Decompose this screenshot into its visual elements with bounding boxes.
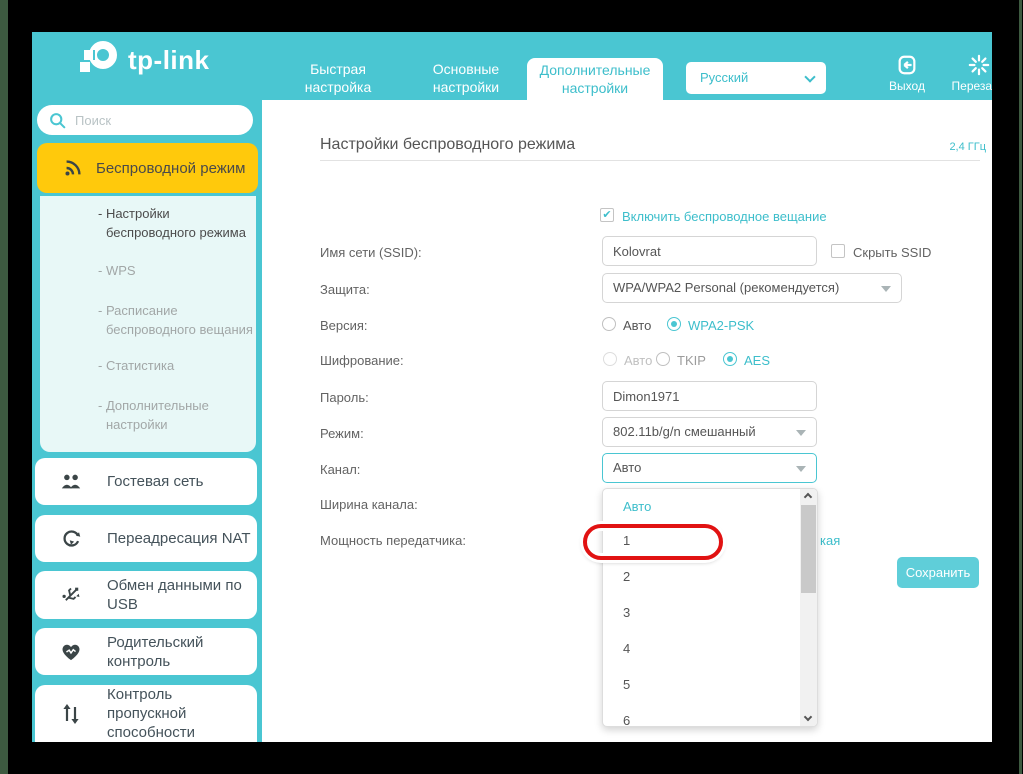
wireless-submenu: - Настройки беспроводного режима - WPS -… (40, 196, 256, 452)
channel-option-3[interactable]: 3 (623, 605, 630, 623)
channel-value: Авто (613, 460, 641, 475)
main-content: Настройки беспроводного режима 2,4 ГГц ✔… (262, 100, 992, 742)
transmit-power-label: Мощность передатчика: (320, 533, 585, 548)
sidebar: Беспроводной режим - Настройки беспровод… (32, 100, 262, 742)
save-button[interactable]: Сохранить (897, 557, 979, 588)
top-bar: tp-link Быстрая настройка Основные настр… (32, 32, 992, 100)
channel-option-6[interactable]: 6 (623, 713, 630, 727)
encryption-auto-label[interactable]: Авто (624, 353, 652, 368)
mode-label: Режим: (320, 426, 585, 441)
channel-option-1[interactable]: 1 (623, 533, 630, 551)
bandwidth-control-label: Контроль пропускной способности (107, 685, 257, 742)
version-wpa2psk-radio[interactable] (667, 317, 681, 331)
tp-link-logo: tp-link (78, 40, 210, 80)
tab-basic-settings[interactable]: Основные настройки (407, 60, 525, 96)
tab-advanced-settings[interactable]: Дополнительные настройки (527, 58, 663, 100)
encryption-label: Шифрование: (320, 353, 585, 368)
version-label: Версия: (320, 318, 585, 333)
ssid-input[interactable] (602, 236, 817, 266)
encryption-tkip-radio[interactable] (656, 352, 670, 366)
encryption-auto-radio[interactable] (603, 352, 617, 366)
up-down-arrows-icon (35, 703, 107, 725)
language-value: Русский (700, 70, 748, 85)
password-label: Пароль: (320, 390, 585, 405)
channel-option-auto[interactable]: Авто (623, 499, 651, 517)
enable-wireless-label[interactable]: Включить беспроводное вещание (622, 209, 827, 224)
channel-label: Канал: (320, 462, 585, 477)
router-admin-window: tp-link Быстрая настройка Основные настр… (32, 32, 992, 742)
password-input[interactable] (602, 381, 817, 411)
scroll-up-icon[interactable] (800, 489, 817, 504)
channel-option-2[interactable]: 2 (623, 569, 630, 587)
nat-forwarding-label: Переадресация NAT (107, 529, 257, 548)
page-title: Настройки беспроводного режима (320, 136, 575, 154)
ssid-label: Имя сети (SSID): (320, 245, 585, 260)
tab-quick-setup[interactable]: Быстрая настройка (279, 60, 397, 96)
reboot-label: Перезагр. (952, 79, 992, 93)
search-icon (49, 112, 66, 129)
submenu-schedule[interactable]: - Расписание беспроводного вещания (98, 301, 258, 339)
scroll-down-icon[interactable] (800, 711, 817, 726)
sidebar-item-usb-sharing[interactable]: Обмен данными по USB (35, 571, 257, 619)
search-box[interactable] (37, 105, 253, 135)
logout-icon (896, 54, 918, 76)
dropdown-arrow-icon (796, 430, 806, 436)
version-auto-radio[interactable] (602, 317, 616, 331)
sidebar-item-nat-forwarding[interactable]: Переадресация NAT (35, 515, 257, 562)
band-badge[interactable]: 2,4 ГГц (949, 141, 986, 153)
sidebar-item-bandwidth-control[interactable]: Контроль пропускной способности (35, 685, 257, 742)
security-label: Защита: (320, 282, 585, 297)
scrollbar-thumb[interactable] (801, 505, 816, 593)
screen-edge-right (1019, 0, 1022, 774)
title-divider (320, 160, 980, 161)
sidebar-item-parental-controls[interactable]: Родительский контроль (35, 628, 257, 675)
guest-network-icon (35, 472, 107, 492)
heart-icon (35, 642, 107, 662)
dropdown-arrow-icon (881, 286, 891, 292)
usb-icon (35, 584, 107, 606)
encryption-aes-radio[interactable] (723, 352, 737, 366)
language-select[interactable]: Русский (686, 62, 826, 94)
hide-ssid-label[interactable]: Скрыть SSID (853, 245, 943, 260)
security-select[interactable]: WPA/WPA2 Personal (рекомендуется) (602, 273, 902, 303)
wireless-icon (62, 157, 84, 179)
logout-button[interactable]: Выход (876, 54, 938, 93)
version-wpa2psk-label[interactable]: WPA2-PSK (688, 318, 754, 333)
dropdown-scrollbar[interactable] (800, 489, 817, 726)
channel-option-5[interactable]: 5 (623, 677, 630, 695)
channel-dropdown-list: Авто 1 2 3 4 5 6 (602, 488, 818, 727)
reboot-button[interactable]: Перезагр. (944, 54, 992, 93)
encryption-aes-label[interactable]: AES (744, 353, 770, 368)
chevron-down-icon (804, 71, 815, 82)
sidebar-item-wireless-label: Беспроводной режим (96, 160, 245, 177)
security-value: WPA/WPA2 Personal (рекомендуется) (613, 280, 839, 295)
submenu-wireless-settings[interactable]: - Настройки беспроводного режима (98, 204, 258, 242)
transmit-power-high-label-fragment[interactable]: кая (820, 533, 840, 548)
nat-forwarding-icon (35, 528, 107, 549)
channel-select[interactable]: Авто (602, 453, 817, 483)
sidebar-item-guest-network[interactable]: Гостевая сеть (35, 458, 257, 505)
hide-ssid-checkbox[interactable] (831, 244, 845, 258)
sidebar-item-wireless[interactable]: Беспроводной режим (37, 143, 258, 193)
parental-controls-label: Родительский контроль (107, 633, 257, 671)
search-input[interactable] (75, 108, 243, 132)
channel-width-label: Ширина канала: (320, 497, 585, 512)
submenu-statistics[interactable]: - Статистика (98, 356, 258, 375)
screen-edge-left (0, 0, 8, 774)
enable-wireless-checkbox[interactable]: ✔ (600, 208, 614, 222)
dropdown-arrow-icon (796, 466, 806, 472)
logo-text: tp-link (128, 45, 210, 76)
reboot-icon (967, 54, 991, 76)
logout-label: Выход (889, 79, 925, 93)
encryption-tkip-label[interactable]: TKIP (677, 353, 706, 368)
mode-select[interactable]: 802.11b/g/n смешанный (602, 417, 817, 447)
usb-sharing-label: Обмен данными по USB (107, 576, 257, 614)
mode-value: 802.11b/g/n смешанный (613, 424, 756, 439)
submenu-wps[interactable]: - WPS (98, 261, 258, 280)
version-auto-label[interactable]: Авто (623, 318, 651, 333)
channel-option-4[interactable]: 4 (623, 641, 630, 659)
guest-network-label: Гостевая сеть (107, 472, 209, 491)
submenu-advanced[interactable]: - Дополнительные настройки (98, 396, 258, 434)
tp-link-logo-icon (78, 40, 120, 80)
